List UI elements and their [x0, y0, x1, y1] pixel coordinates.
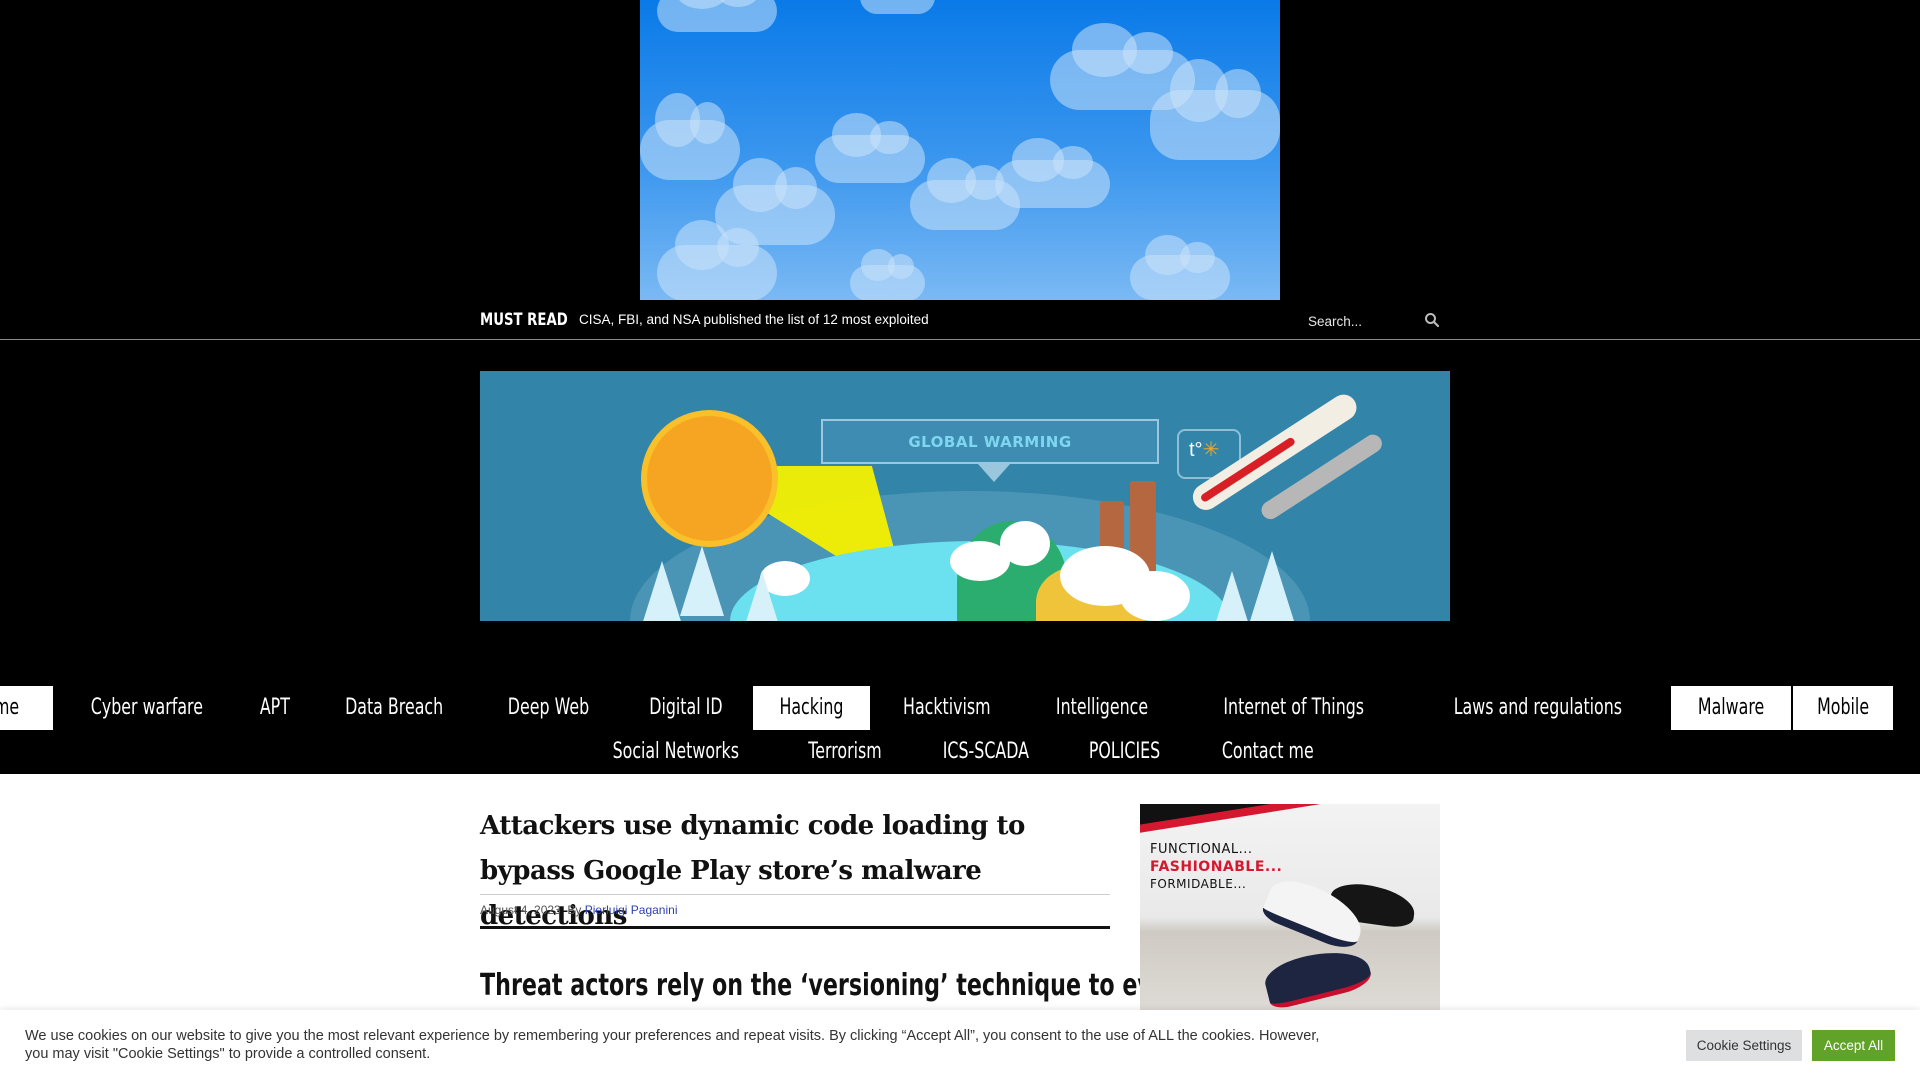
nav-item-label: Cyber warfare — [90, 695, 203, 720]
must-read-headline-link[interactable]: CISA, FBI, and NSA published the list of… — [579, 312, 929, 327]
by-label: By — [567, 903, 582, 917]
nav-item-label: Digital ID — [649, 695, 723, 720]
cookie-consent-bar: We use cookies on our website to give yo… — [0, 1010, 1920, 1080]
sidebar-advertisement[interactable]: FUNCTIONAL... FASHIONABLE... FORMIDABLE.… — [1140, 804, 1440, 1010]
snow-cloud — [1000, 521, 1050, 566]
cloud-decoration — [640, 93, 740, 180]
nav-item-label: Internet of Things — [1222, 695, 1364, 720]
accept-all-button[interactable]: Accept All — [1812, 1030, 1895, 1061]
author-link[interactable]: Pierluigi Paganini — [585, 903, 678, 917]
snow-cloud — [1120, 571, 1190, 621]
search-icon — [1425, 312, 1440, 327]
cloud-decoration — [1150, 58, 1280, 160]
page: MUST READ CISA, FBI, and NSA published t… — [0, 0, 1920, 1080]
nav-item-terrorism[interactable]: Terrorism — [780, 730, 910, 774]
iceberg — [740, 571, 784, 621]
nav-item-label: Cyber Crime — [0, 695, 20, 720]
site-header: MUST READ CISA, FBI, and NSA published t… — [0, 0, 1920, 774]
global-warming-banner[interactable]: GLOBAL WARMING t°✳ — [480, 371, 1450, 621]
nav-item-label: Deep Web — [508, 695, 590, 720]
nav-item-internet-of-things[interactable]: Internet of Things — [1182, 686, 1405, 730]
nav-item-laws-and-regulations[interactable]: Laws and regulations — [1407, 686, 1669, 730]
ad-line-functional: FUNCTIONAL... — [1150, 842, 1253, 857]
ad-line-formidable: FORMIDABLE... — [1150, 877, 1247, 891]
nav-item-label: Intelligence — [1055, 695, 1148, 720]
nav-item-label: Social Networks — [612, 739, 740, 764]
iceberg — [1250, 551, 1294, 621]
search-button[interactable] — [1422, 311, 1442, 331]
temperature-symbol: t° — [1189, 439, 1203, 461]
nav-item-mobile[interactable]: Mobile — [1792, 686, 1894, 730]
nav-row-1: HomeCyber CrimeCyber warfareAPTData Brea… — [0, 686, 1920, 730]
nav-item-label: Data Breach — [345, 695, 444, 720]
nav-item-label: Malware — [1697, 695, 1765, 720]
cloud-decoration — [1130, 234, 1230, 300]
cloud-decoration — [657, 219, 777, 300]
nav-item-policies[interactable]: POLICIES — [1061, 730, 1188, 774]
nav-item-cyber-crime[interactable]: Cyber Crime — [0, 686, 53, 730]
sun-symbol-icon: ✳ — [1202, 439, 1220, 461]
banner-caption: GLOBAL WARMING — [908, 433, 1072, 451]
top-advertisement[interactable] — [640, 0, 1280, 300]
nav-item-reports[interactable]: Reports — [1895, 686, 1920, 730]
cloud-decoration — [995, 138, 1110, 208]
cloud-decoration — [657, 0, 777, 32]
cloud-decoration — [815, 113, 925, 183]
nav-item-apt[interactable]: APT — [240, 686, 310, 730]
nav-item-malware[interactable]: Malware — [1670, 686, 1791, 730]
nav-item-label: Hacking — [779, 695, 844, 720]
nav-item-label: POLICIES — [1089, 739, 1161, 764]
nav-item-label: Terrorism — [807, 739, 882, 764]
cloud-decoration — [860, 0, 935, 14]
nav-item-label: Hacktivism — [902, 695, 991, 720]
title-divider — [480, 894, 1110, 895]
article-meta: August 4, 2023 By Pierluigi Paganini — [480, 903, 678, 917]
must-read-label: MUST READ — [480, 310, 568, 330]
cookie-consent-text: We use cookies on our website to give yo… — [25, 1028, 1320, 1062]
iceberg — [1210, 571, 1254, 621]
nav-item-digital-id[interactable]: Digital ID — [621, 686, 751, 730]
article-subheading: Threat actors rely on the ‘versioning’ t… — [480, 968, 1198, 1003]
nav-item-label: ICS-SCADA — [942, 739, 1029, 764]
nav-item-label: Laws and regulations — [1453, 695, 1623, 720]
navy-shoe-image — [1261, 941, 1374, 1010]
meta-divider — [480, 926, 1110, 929]
nav-item-hacktivism[interactable]: Hacktivism — [872, 686, 1022, 730]
nav-item-label: Contact me — [1222, 739, 1315, 764]
nav-item-contact-me[interactable]: Contact me — [1190, 730, 1346, 774]
nav-item-cyber-warfare[interactable]: Cyber warfare — [55, 686, 239, 730]
nav-item-social-networks[interactable]: Social Networks — [574, 730, 778, 774]
iceberg — [640, 561, 684, 621]
nav-item-deep-web[interactable]: Deep Web — [478, 686, 619, 730]
article-title[interactable]: Attackers use dynamic code loading to by… — [480, 804, 1110, 939]
nav-item-hacking[interactable]: Hacking — [753, 686, 870, 730]
speech-bubble: GLOBAL WARMING — [821, 419, 1159, 482]
nav-item-intelligence[interactable]: Intelligence — [1024, 686, 1180, 730]
nav-row-2: Social Networks Terrorism ICS-SCADA POLICIE… — [0, 730, 1920, 774]
article-date: August 4, 2023 — [480, 903, 561, 917]
nav-item-ics-scada[interactable]: ICS-SCADA — [912, 730, 1060, 774]
nav-item-label: Mobile — [1817, 695, 1869, 720]
nav-item-label: APT — [260, 695, 291, 720]
search-input[interactable] — [1300, 307, 1430, 335]
sun-illustration — [647, 416, 772, 541]
cookie-settings-button[interactable]: Cookie Settings — [1686, 1030, 1802, 1061]
cloud-decoration — [850, 248, 925, 300]
iceberg — [680, 546, 724, 616]
ad-line-fashionable: FASHIONABLE... — [1150, 859, 1283, 875]
speech-tail — [978, 464, 1010, 482]
nav-item-data-breach[interactable]: Data Breach — [312, 686, 476, 730]
main-navigation: HomeCyber CrimeCyber warfareAPTData Brea… — [0, 686, 1920, 774]
must-read-bar: MUST READ CISA, FBI, and NSA published t… — [0, 302, 1920, 340]
